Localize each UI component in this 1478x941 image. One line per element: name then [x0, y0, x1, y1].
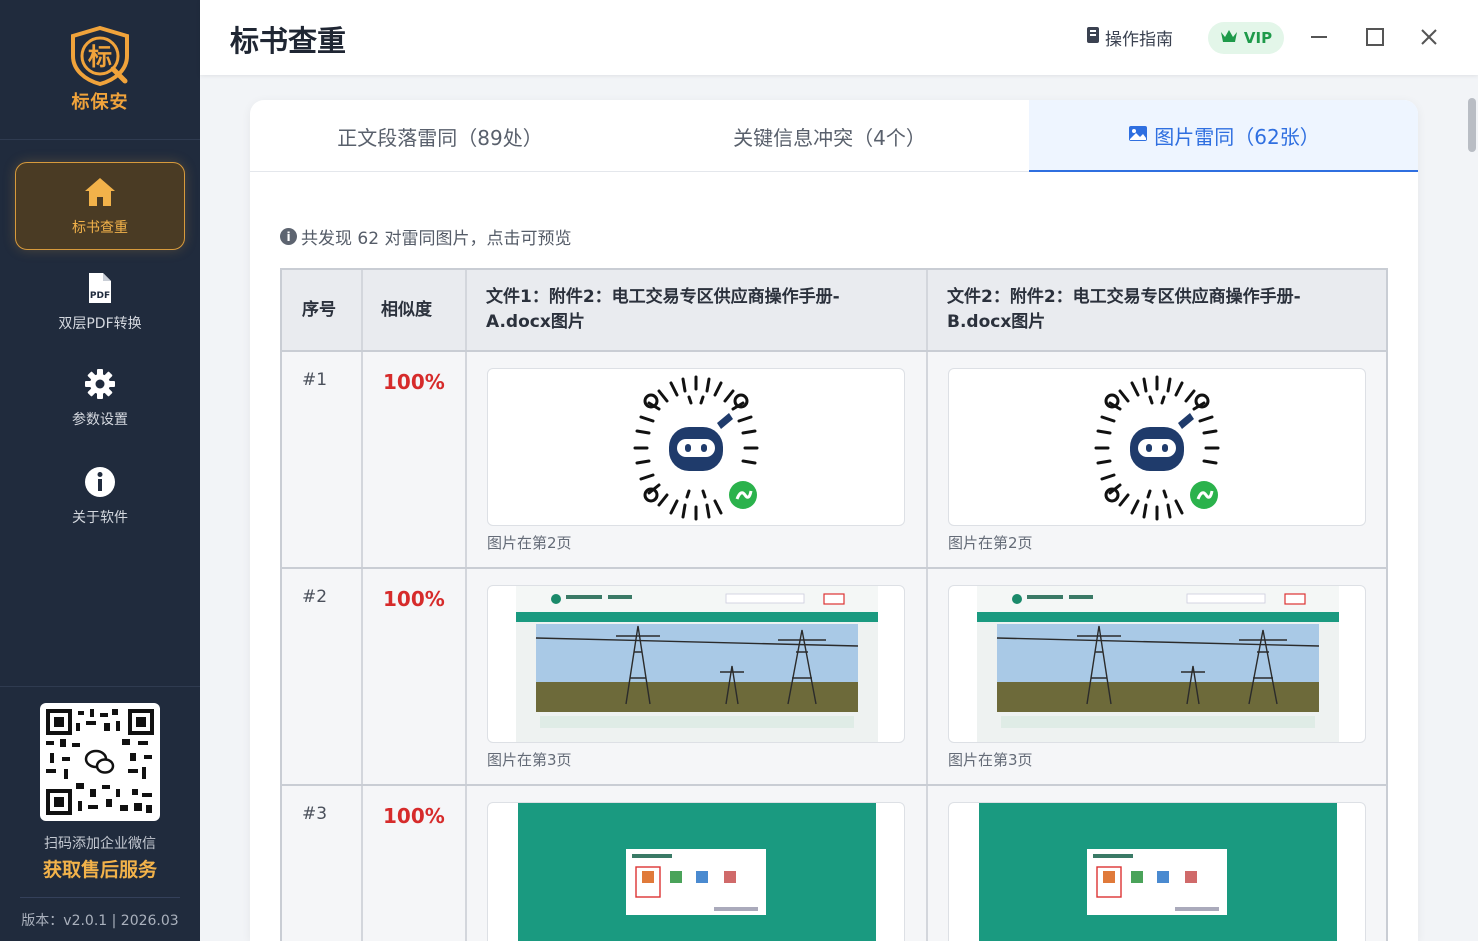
row-index: #3 [302, 804, 328, 824]
col-file1-line1: 文件1：附件2：电工交易专区供应商操作手册- [486, 287, 840, 307]
sidebar: 标 标保安 标书查重 PDF 双层PDF转换 参数设置 关于软件 扫码添加企业微… [0, 0, 200, 941]
result-summary: i 共发现 62 对雷同图片，点击可预览 [280, 224, 571, 249]
mini-program-code-image [617, 369, 775, 525]
close-button[interactable] [1414, 22, 1444, 52]
file2-image-thumb[interactable] [948, 368, 1366, 526]
tab-label: 图片雷同（62张） [1154, 124, 1320, 149]
sidebar-item-label: 标书查重 [72, 220, 128, 236]
table-row: #2 100% 图片在第3页 图片在第3页 [282, 569, 1386, 786]
page-title: 标书查重 [230, 24, 347, 58]
sidebar-item-label: 双层PDF转换 [58, 316, 142, 332]
col-file2: 文件2：附件2：电工交易专区供应商操作手册- B.docx图片 [947, 270, 1367, 350]
crown-icon [1220, 29, 1238, 47]
summary-text: 共发现 62 对雷同图片，点击可预览 [301, 229, 572, 249]
vip-badge[interactable]: VIP [1208, 22, 1284, 54]
col-file2-line1: 文件2：附件2：电工交易专区供应商操作手册- [947, 287, 1301, 307]
minimize-button[interactable] [1304, 22, 1334, 52]
image-icon [1128, 123, 1148, 147]
book-icon [1085, 26, 1101, 49]
home-icon [83, 175, 117, 209]
tab-label: 关键信息冲突（4个） [733, 125, 926, 150]
col-similarity: 相似度 [381, 299, 432, 320]
col-index: 序号 [302, 299, 336, 320]
image-compare-table: 序号 相似度 文件1：附件2：电工交易专区供应商操作手册- A.docx图片 文… [280, 268, 1388, 941]
info-icon [83, 465, 117, 499]
col-file1: 文件1：附件2：电工交易专区供应商操作手册- A.docx图片 [486, 270, 906, 350]
website-screenshot-image [977, 586, 1339, 742]
sidebar-item-check[interactable]: 标书查重 [15, 162, 185, 250]
file1-image-thumb[interactable] [487, 368, 905, 526]
maximize-icon [1366, 28, 1384, 46]
file1-image-caption: 图片在第3页 [487, 751, 572, 769]
row-similarity: 100% [383, 370, 445, 394]
vertical-scrollbar[interactable] [1468, 98, 1476, 152]
minimize-icon [1311, 36, 1327, 38]
table-header: 序号 相似度 文件1：附件2：电工交易专区供应商操作手册- A.docx图片 文… [282, 270, 1386, 352]
row-similarity: 100% [383, 804, 445, 828]
sidebar-item-about[interactable]: 关于软件 [15, 452, 185, 540]
row-index: #2 [302, 587, 328, 607]
table-row: #1 100% 图片在第2页 图片在第2页 [282, 352, 1386, 569]
gear-icon [83, 367, 117, 401]
sidebar-item-pdf[interactable]: PDF 双层PDF转换 [15, 258, 185, 346]
vip-label: VIP [1243, 29, 1273, 47]
guide-button[interactable]: 操作指南 [1085, 25, 1173, 50]
result-tabs: 正文段落雷同（89处） 关键信息冲突（4个） 图片雷同（62张） [250, 100, 1418, 172]
mini-program-code-image [1078, 369, 1236, 525]
header: 标书查重 操作指南 VIP [200, 0, 1478, 75]
pdf-file-icon: PDF [83, 271, 117, 305]
file1-image-thumb[interactable] [487, 585, 905, 743]
app-dialog-screenshot-image [518, 803, 876, 941]
tab-images[interactable]: 图片雷同（62张） [1029, 100, 1418, 172]
col-file2-line2: B.docx图片 [947, 312, 1046, 332]
file2-image-thumb[interactable] [948, 585, 1366, 743]
file1-image-thumb[interactable] [487, 802, 905, 941]
wechat-qr-code [40, 703, 160, 821]
table-row: #3 100% [282, 786, 1386, 941]
file1-image-caption: 图片在第2页 [487, 534, 572, 552]
version-label: 版本：v2.0.1 | 2026.03 [20, 897, 180, 930]
sidebar-item-label: 关于软件 [72, 510, 128, 526]
logo-name: 标保安 [71, 91, 129, 113]
logo-shield-icon: 标 [67, 25, 133, 86]
results-card: 正文段落雷同（89处） 关键信息冲突（4个） 图片雷同（62张） i 共发现 6… [250, 100, 1418, 941]
support-qr-area: 扫码添加企业微信 获取售后服务 版本：v2.0.1 | 2026.03 [0, 686, 200, 941]
qr-service-title: 获取售后服务 [42, 859, 157, 881]
tab-paragraph[interactable]: 正文段落雷同（89处） [250, 100, 630, 172]
col-file1-line2: A.docx图片 [486, 312, 585, 332]
app-dialog-screenshot-image [979, 803, 1337, 941]
logo: 标 标保安 [0, 0, 200, 140]
qr-caption: 扫码添加企业微信 [44, 836, 156, 852]
file2-image-caption: 图片在第3页 [948, 751, 1033, 769]
file2-image-thumb[interactable] [948, 802, 1366, 941]
logo-glyph: 标 [88, 43, 112, 71]
svg-text:PDF: PDF [90, 291, 110, 301]
sidebar-item-settings[interactable]: 参数设置 [15, 354, 185, 442]
row-similarity: 100% [383, 587, 445, 611]
row-index: #1 [302, 370, 328, 390]
website-screenshot-image [516, 586, 878, 742]
maximize-button[interactable] [1360, 22, 1390, 52]
close-icon [1421, 29, 1437, 45]
guide-label: 操作指南 [1105, 30, 1173, 50]
tab-label: 正文段落雷同（89处） [337, 125, 543, 150]
sidebar-item-label: 参数设置 [72, 412, 128, 428]
tab-key-info[interactable]: 关键信息冲突（4个） [630, 100, 1029, 172]
file2-image-caption: 图片在第2页 [948, 534, 1033, 552]
info-icon: i [280, 228, 297, 245]
